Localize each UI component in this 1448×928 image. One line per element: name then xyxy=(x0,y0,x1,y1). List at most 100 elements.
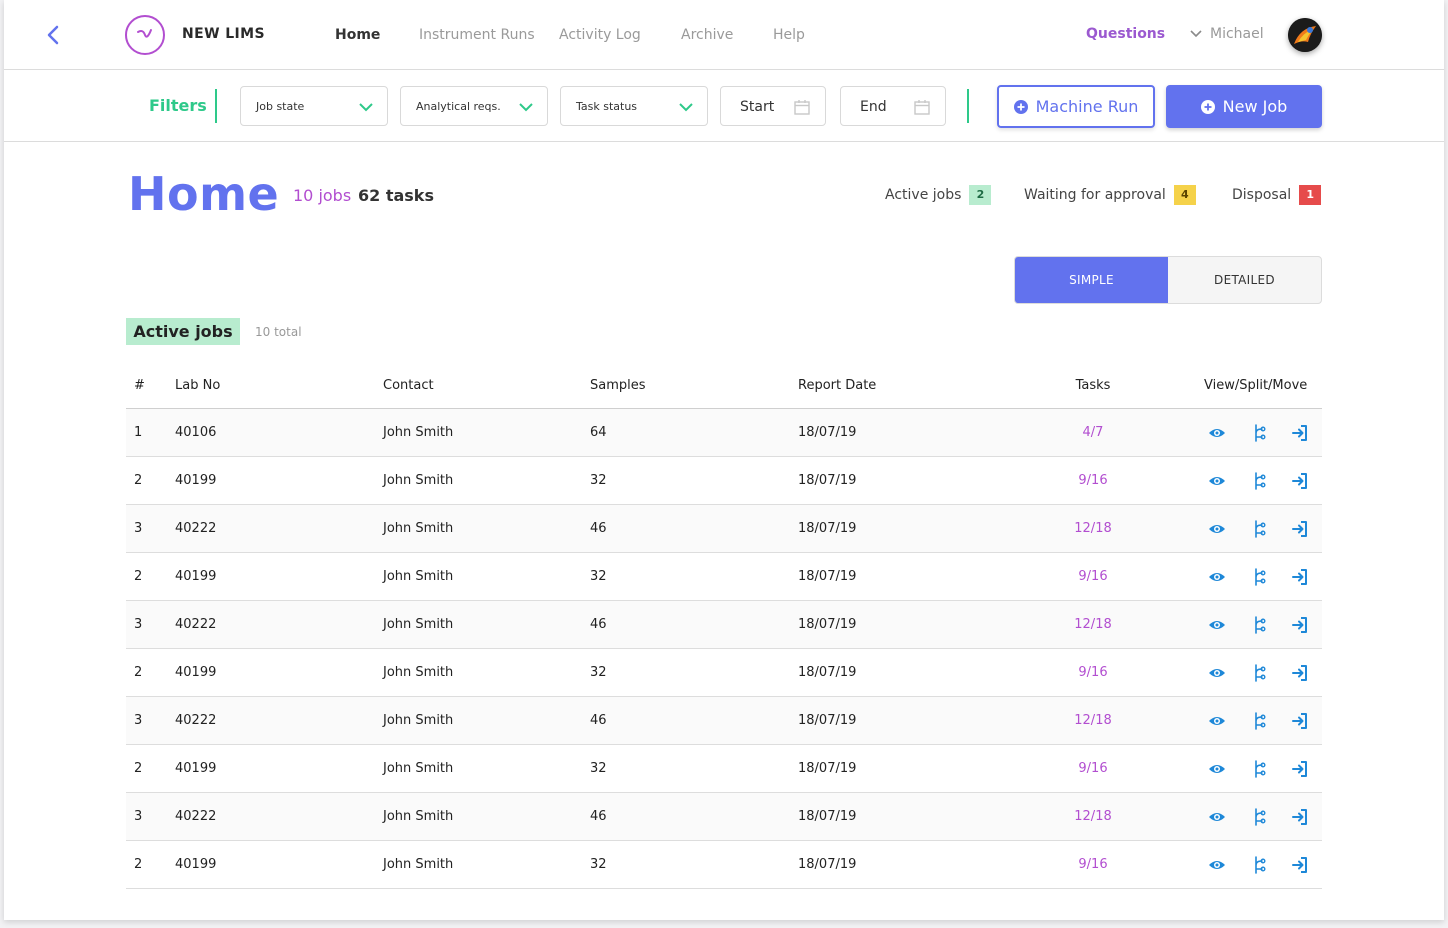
split-button[interactable] xyxy=(1249,567,1269,587)
column-header[interactable]: # xyxy=(134,362,145,408)
report-date: 18/07/19 xyxy=(798,761,857,776)
samples: 32 xyxy=(590,569,607,584)
view-button[interactable] xyxy=(1207,471,1227,491)
split-icon xyxy=(1249,520,1269,543)
tasks-count: 62 tasks xyxy=(358,186,434,205)
split-button[interactable] xyxy=(1249,519,1269,539)
column-header[interactable]: Contact xyxy=(383,362,434,408)
split-icon xyxy=(1249,568,1269,591)
machine-run-button[interactable]: Machine Run xyxy=(997,85,1155,128)
status-label: Waiting for approval xyxy=(1024,187,1166,203)
nav-archive[interactable]: Archive xyxy=(681,27,733,43)
job-state-select[interactable]: Job state xyxy=(240,86,388,126)
tasks-progress[interactable]: 9/16 xyxy=(1053,841,1133,888)
split-button[interactable] xyxy=(1249,423,1269,443)
tasks-progress[interactable]: 12/18 xyxy=(1053,505,1133,552)
user-menu[interactable]: Michael xyxy=(1190,26,1264,42)
move-button[interactable] xyxy=(1290,423,1310,443)
report-date: 18/07/19 xyxy=(798,425,857,440)
plus-circle-icon xyxy=(1013,99,1028,114)
row-number: 3 xyxy=(134,713,143,728)
top-nav: NEW LIMS Home Instrument Runs Activity L… xyxy=(4,0,1444,70)
analytical-reqs-label: Analytical reqs. xyxy=(416,100,501,113)
view-mode-toggle: SIMPLE DETAILED xyxy=(1014,256,1322,304)
tasks-progress[interactable]: 9/16 xyxy=(1053,745,1133,792)
move-button[interactable] xyxy=(1290,711,1310,731)
contact: John Smith xyxy=(383,425,454,440)
table-row[interactable]: 3 40222 John Smith 46 18/07/19 12/18 xyxy=(126,505,1322,553)
end-date-field[interactable]: End xyxy=(840,86,946,126)
move-button[interactable] xyxy=(1290,615,1310,635)
tasks-progress[interactable]: 9/16 xyxy=(1053,553,1133,600)
simple-view-button[interactable]: SIMPLE xyxy=(1015,257,1168,303)
status-active-jobs[interactable]: Active jobs 2 xyxy=(885,185,992,205)
view-button[interactable] xyxy=(1207,615,1227,635)
tasks-progress[interactable]: 12/18 xyxy=(1053,601,1133,648)
status-badge: 2 xyxy=(969,185,992,205)
row-number: 2 xyxy=(134,569,143,584)
move-button[interactable] xyxy=(1290,567,1310,587)
tasks-progress[interactable]: 9/16 xyxy=(1053,457,1133,504)
table-row[interactable]: 2 40199 John Smith 32 18/07/19 9/16 xyxy=(126,745,1322,793)
tasks-progress[interactable]: 12/18 xyxy=(1053,793,1133,840)
view-button[interactable] xyxy=(1207,423,1227,443)
back-button[interactable] xyxy=(44,22,64,48)
column-header[interactable]: Report Date xyxy=(798,362,876,408)
tasks-progress[interactable]: 9/16 xyxy=(1053,649,1133,696)
questions-link[interactable]: Questions xyxy=(1086,26,1165,42)
view-button[interactable] xyxy=(1207,711,1227,731)
split-button[interactable] xyxy=(1249,471,1269,491)
table-row[interactable]: 2 40199 John Smith 32 18/07/19 9/16 xyxy=(126,553,1322,601)
table-row[interactable]: 2 40199 John Smith 32 18/07/19 9/16 xyxy=(126,457,1322,505)
status-disposal[interactable]: Disposal 1 xyxy=(1232,185,1322,205)
table-row[interactable]: 3 40222 John Smith 46 18/07/19 12/18 xyxy=(126,793,1322,841)
tasks-progress[interactable]: 12/18 xyxy=(1053,697,1133,744)
table-row[interactable]: 3 40222 John Smith 46 18/07/19 12/18 xyxy=(126,697,1322,745)
column-header[interactable]: Tasks xyxy=(1053,362,1133,408)
report-date: 18/07/19 xyxy=(798,857,857,872)
view-button[interactable] xyxy=(1207,807,1227,827)
move-button[interactable] xyxy=(1290,471,1310,491)
start-date-field[interactable]: Start xyxy=(720,86,826,126)
nav-help[interactable]: Help xyxy=(773,27,805,43)
analytical-reqs-select[interactable]: Analytical reqs. xyxy=(400,86,548,126)
view-button[interactable] xyxy=(1207,519,1227,539)
table-row[interactable]: 2 40199 John Smith 32 18/07/19 9/16 xyxy=(126,649,1322,697)
split-button[interactable] xyxy=(1249,711,1269,731)
nav-instrument-runs[interactable]: Instrument Runs xyxy=(419,27,535,43)
move-button[interactable] xyxy=(1290,519,1310,539)
split-button[interactable] xyxy=(1249,807,1269,827)
eye-icon xyxy=(1207,764,1227,783)
task-status-select[interactable]: Task status xyxy=(560,86,708,126)
table-row[interactable]: 1 40106 John Smith 64 18/07/19 4/7 xyxy=(126,409,1322,457)
column-header[interactable]: Samples xyxy=(590,362,646,408)
row-number: 1 xyxy=(134,425,143,440)
detailed-view-button[interactable]: DETAILED xyxy=(1168,257,1321,303)
split-button[interactable] xyxy=(1249,855,1269,875)
view-button[interactable] xyxy=(1207,759,1227,779)
move-icon xyxy=(1290,617,1310,639)
view-button[interactable] xyxy=(1207,663,1227,683)
table-row[interactable]: 3 40222 John Smith 46 18/07/19 12/18 xyxy=(126,601,1322,649)
column-header[interactable]: Lab No xyxy=(175,362,220,408)
split-icon xyxy=(1249,616,1269,639)
view-button[interactable] xyxy=(1207,855,1227,875)
nav-activity-log[interactable]: Activity Log xyxy=(559,27,641,43)
split-button[interactable] xyxy=(1249,663,1269,683)
move-button[interactable] xyxy=(1290,807,1310,827)
move-button[interactable] xyxy=(1290,663,1310,683)
status-waiting-approval[interactable]: Waiting for approval 4 xyxy=(1024,185,1196,205)
nav-home[interactable]: Home xyxy=(335,27,380,43)
logo-mark-icon xyxy=(137,29,152,38)
new-job-button[interactable]: New Job xyxy=(1166,85,1322,128)
samples: 32 xyxy=(590,761,607,776)
contact: John Smith xyxy=(383,473,454,488)
avatar[interactable] xyxy=(1288,18,1322,52)
tasks-progress[interactable]: 4/7 xyxy=(1053,409,1133,456)
split-button[interactable] xyxy=(1249,615,1269,635)
split-button[interactable] xyxy=(1249,759,1269,779)
table-row[interactable]: 2 40199 John Smith 32 18/07/19 9/16 xyxy=(126,841,1322,889)
move-button[interactable] xyxy=(1290,855,1310,875)
view-button[interactable] xyxy=(1207,567,1227,587)
move-button[interactable] xyxy=(1290,759,1310,779)
